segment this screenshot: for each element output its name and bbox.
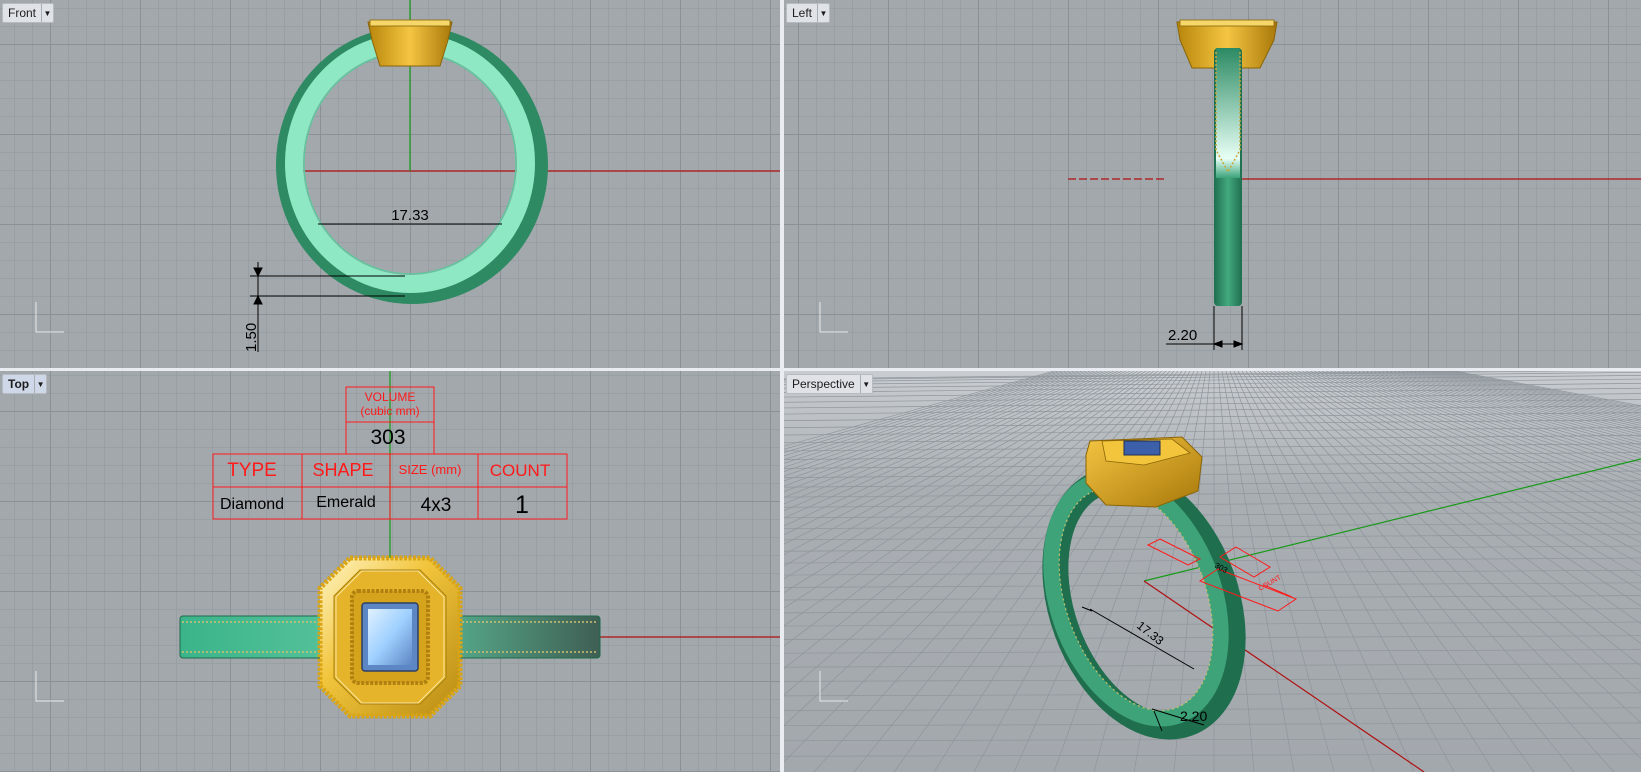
viewport-label-text: Top xyxy=(8,377,30,391)
spec-header-size: SIZE (mm) xyxy=(399,462,462,477)
viewport-label-left[interactable]: Left ▼ xyxy=(786,3,831,23)
front-viewport[interactable]: Front ▼ 17.33 1.50 xyxy=(0,0,780,368)
chevron-down-icon[interactable]: ▼ xyxy=(859,375,872,393)
viewport-label-text: Perspective xyxy=(792,377,855,391)
cplane-axis-icon xyxy=(35,671,64,702)
grid-line xyxy=(784,470,1641,478)
top-view-canvas: VOLUME (cubic mm) 303 TYPE SHAPE SIZE (m… xyxy=(35,371,780,719)
spec-cell-type: Diamond xyxy=(220,496,284,513)
viewport-label-front[interactable]: Front ▼ xyxy=(2,3,55,23)
grid-line xyxy=(784,405,1641,415)
perspective-width-label: 2.20 xyxy=(1180,708,1207,724)
viewport-label-top[interactable]: Top ▼ xyxy=(2,374,48,394)
chevron-down-icon[interactable]: ▼ xyxy=(41,4,53,22)
cplane-axis-icon xyxy=(35,302,64,333)
grid-line xyxy=(784,371,1135,567)
grid-line xyxy=(784,371,1071,460)
grid-line xyxy=(784,371,1593,381)
cplane-axis-icon xyxy=(819,671,848,702)
grid-line xyxy=(784,371,1131,555)
grid-line xyxy=(784,753,1641,757)
thickness-dimension xyxy=(250,262,405,352)
setting-head-perspective xyxy=(1085,436,1203,508)
viewport-label-perspective[interactable]: Perspective ▼ xyxy=(786,374,873,394)
grid-line xyxy=(784,371,1127,545)
chevron-down-icon[interactable]: ▼ xyxy=(817,4,829,22)
emerald-setting-top xyxy=(317,555,463,719)
perspective-view-canvas: 303 COUNT 17.33 2.20 xyxy=(784,371,1641,772)
grid-line xyxy=(784,371,1075,464)
grid-line xyxy=(784,371,1055,447)
spec-header-count: COUNT xyxy=(490,461,550,480)
ring-band-side xyxy=(1214,48,1242,306)
grid-line xyxy=(784,371,1123,536)
spec-header-shape: SHAPE xyxy=(312,460,373,480)
top-viewport[interactable]: Top ▼ VOLUME (cubic mm) 303 TYPE SHAPE S… xyxy=(0,371,780,772)
left-viewport[interactable]: Left ▼ 2.20 xyxy=(784,0,1641,368)
width-dimension-label: 2.20 xyxy=(1168,327,1197,344)
viewport-label-text: Front xyxy=(8,6,37,20)
volume-label-line1: VOLUME xyxy=(365,390,416,404)
grid-line xyxy=(784,371,1067,457)
volume-value: 303 xyxy=(370,426,405,449)
spec-cell-size: 4x3 xyxy=(421,495,452,516)
grid-line xyxy=(784,435,1641,444)
left-view-canvas: 2.20 xyxy=(819,19,1641,350)
volume-label-line2: (cubic mm) xyxy=(360,404,419,418)
grid-line xyxy=(784,738,1641,742)
grid-line xyxy=(784,452,1641,460)
chevron-down-icon[interactable]: ▼ xyxy=(34,375,46,393)
diameter-dimension-label: 17.33 xyxy=(391,207,429,224)
perspective-count-label: COUNT xyxy=(1258,574,1284,593)
grid-line xyxy=(784,480,1641,488)
thickness-dimension-label: 1.50 xyxy=(243,323,260,352)
cplane-axis-icon xyxy=(819,302,848,333)
viewport-label-text: Left xyxy=(792,6,813,20)
spec-header-type: TYPE xyxy=(227,460,277,481)
spec-cell-shape: Emerald xyxy=(316,494,376,511)
ring-band-front xyxy=(276,26,548,304)
setting-head-front xyxy=(367,19,453,67)
front-view-canvas: 17.33 1.50 xyxy=(35,0,780,352)
grid-line xyxy=(784,500,1641,508)
spec-cell-count: 1 xyxy=(515,491,529,519)
perspective-viewport[interactable]: Perspective ▼ 303 COUNT 17.33 2.20 xyxy=(784,371,1641,772)
grid-line xyxy=(784,419,1641,428)
